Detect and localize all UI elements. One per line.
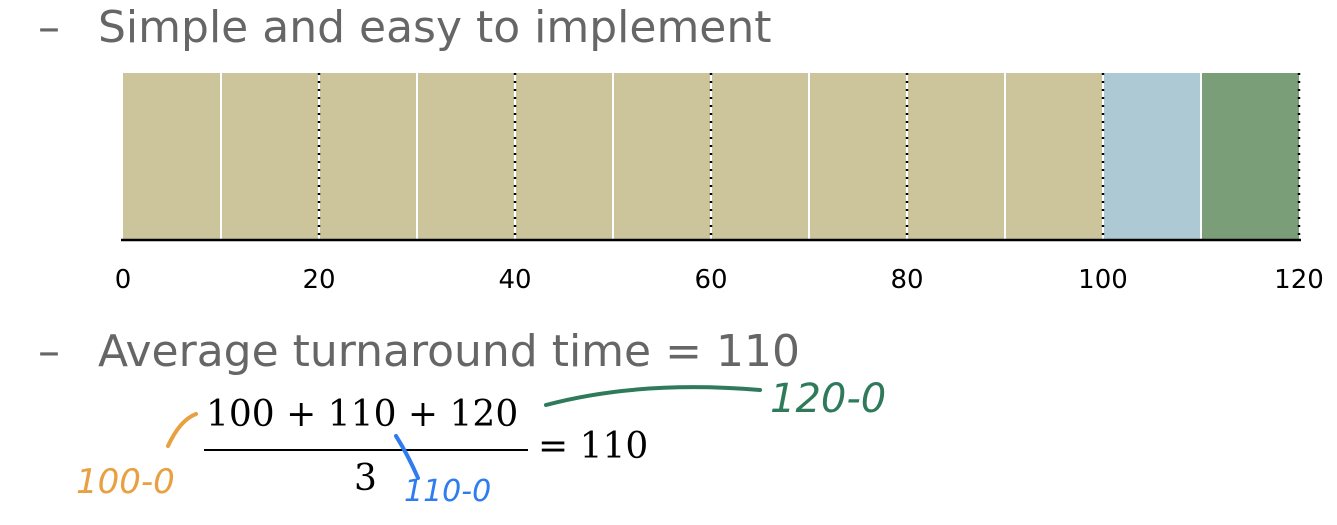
- tick-label: 0: [115, 265, 132, 295]
- tick-label: 40: [498, 265, 531, 295]
- formula-numerator: 100 + 110 + 120: [206, 394, 519, 435]
- segment-bar: [221, 73, 319, 240]
- segment-bar: [417, 73, 515, 240]
- bullet-text: Average turnaround time = 110: [98, 326, 800, 377]
- bullet-dash: –: [38, 326, 60, 377]
- annotation-blue: 110-0: [404, 474, 492, 509]
- fraction-bar: [204, 449, 528, 451]
- tick-label: 80: [890, 265, 923, 295]
- segment-bar: [1005, 73, 1103, 240]
- tick-label: 20: [302, 265, 335, 295]
- formula-result: = 110: [538, 426, 649, 467]
- tick-label: 60: [694, 265, 727, 295]
- segment-bar: [1103, 73, 1201, 240]
- segment-bar: [515, 73, 613, 240]
- segment-bar: [123, 73, 221, 240]
- formula-denominator: 3: [354, 458, 377, 499]
- annotation-orange: 100-0: [76, 462, 175, 502]
- tick-label: 100: [1078, 265, 1128, 295]
- segment-bar: [613, 73, 711, 240]
- segment-bar: [319, 73, 417, 240]
- bullet-average: – Average turnaround time = 110: [38, 326, 800, 377]
- timeline-chart: 0 20 40 60 80 100 120: [115, 73, 1324, 295]
- segment-bar: [711, 73, 809, 240]
- annotation-green: 120-0: [770, 376, 887, 422]
- segment-bar: [1201, 73, 1299, 240]
- segment-bar: [907, 73, 1005, 240]
- segment-bar: [809, 73, 907, 240]
- tick-label: 120: [1274, 265, 1324, 295]
